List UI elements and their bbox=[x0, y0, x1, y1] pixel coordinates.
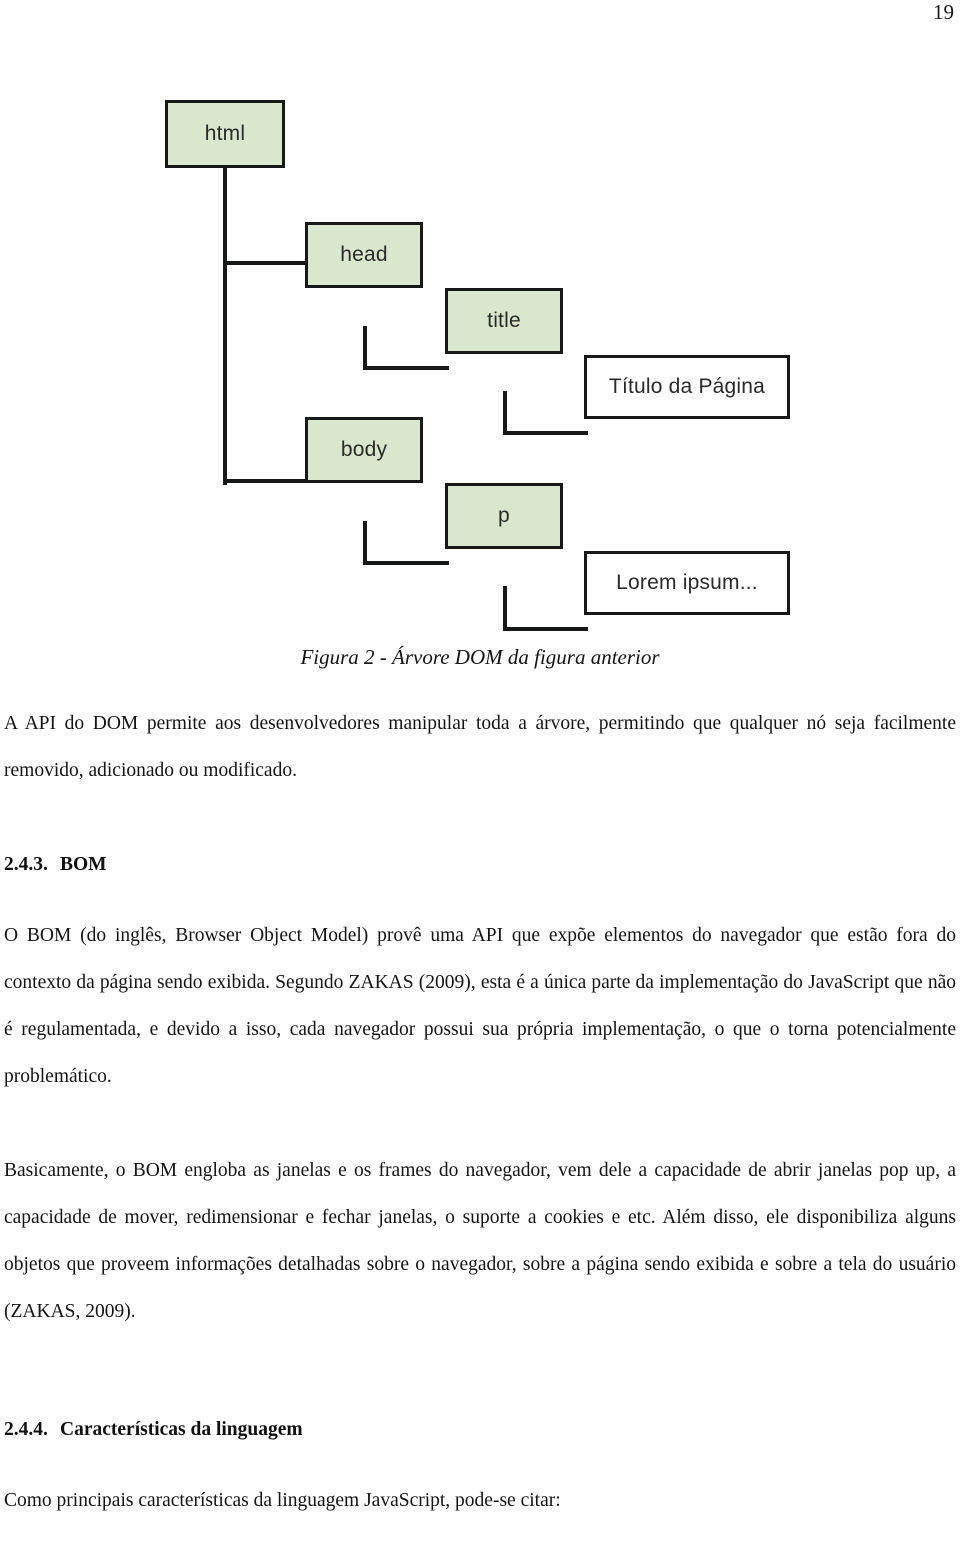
tree-node-p-text: Lorem ipsum... bbox=[584, 551, 790, 615]
tree-node-p: p bbox=[445, 483, 563, 549]
heading-bom-number: 2.4.3. bbox=[4, 854, 48, 875]
heading-features-title: Características da linguagem bbox=[60, 1419, 303, 1440]
tree-node-label: body bbox=[340, 438, 388, 461]
tree-node-title-text: Título da Página bbox=[584, 355, 790, 419]
tree-node-label: Título da Página bbox=[608, 375, 766, 398]
tree-node-label: Lorem ipsum... bbox=[616, 571, 758, 594]
text-column: A API do DOM permite aos desenvolvedores… bbox=[4, 700, 956, 1524]
paragraph-bom-2: Basicamente, o BOM engloba as janelas e … bbox=[4, 1160, 956, 1322]
heading-bom: 2.4.3. BOM bbox=[4, 841, 956, 888]
dom-tree-connectors bbox=[223, 166, 588, 631]
heading-spacer bbox=[4, 1453, 956, 1477]
heading-features: 2.4.4. Características da linguagem bbox=[4, 1406, 956, 1453]
page-number: 19 bbox=[933, 0, 954, 24]
heading-features-number: 2.4.4. bbox=[4, 1419, 48, 1440]
paragraph-dom-api: A API do DOM permite aos desenvolvedores… bbox=[4, 713, 956, 781]
tree-node-label: html bbox=[204, 122, 246, 145]
tree-node-body: body bbox=[305, 417, 423, 483]
figure-caption: Figura 2 - Árvore DOM da figura anterior bbox=[300, 645, 660, 669]
heading-spacer bbox=[4, 888, 956, 912]
tree-node-title: title bbox=[445, 288, 563, 354]
figure-dom-tree: html head title Título da Página body p … bbox=[0, 78, 960, 638]
paragraph-features-intro: Como principais características da lingu… bbox=[4, 1490, 561, 1511]
tree-node-label: p bbox=[498, 504, 510, 527]
tree-node-head: head bbox=[305, 222, 423, 288]
tree-node-label: head bbox=[340, 243, 388, 266]
heading-bom-title: BOM bbox=[60, 854, 107, 875]
tree-node-html: html bbox=[165, 100, 285, 168]
tree-node-label: title bbox=[487, 309, 521, 332]
paragraph-bom-1: O BOM (do inglês, Browser Object Model) … bbox=[4, 925, 956, 1087]
